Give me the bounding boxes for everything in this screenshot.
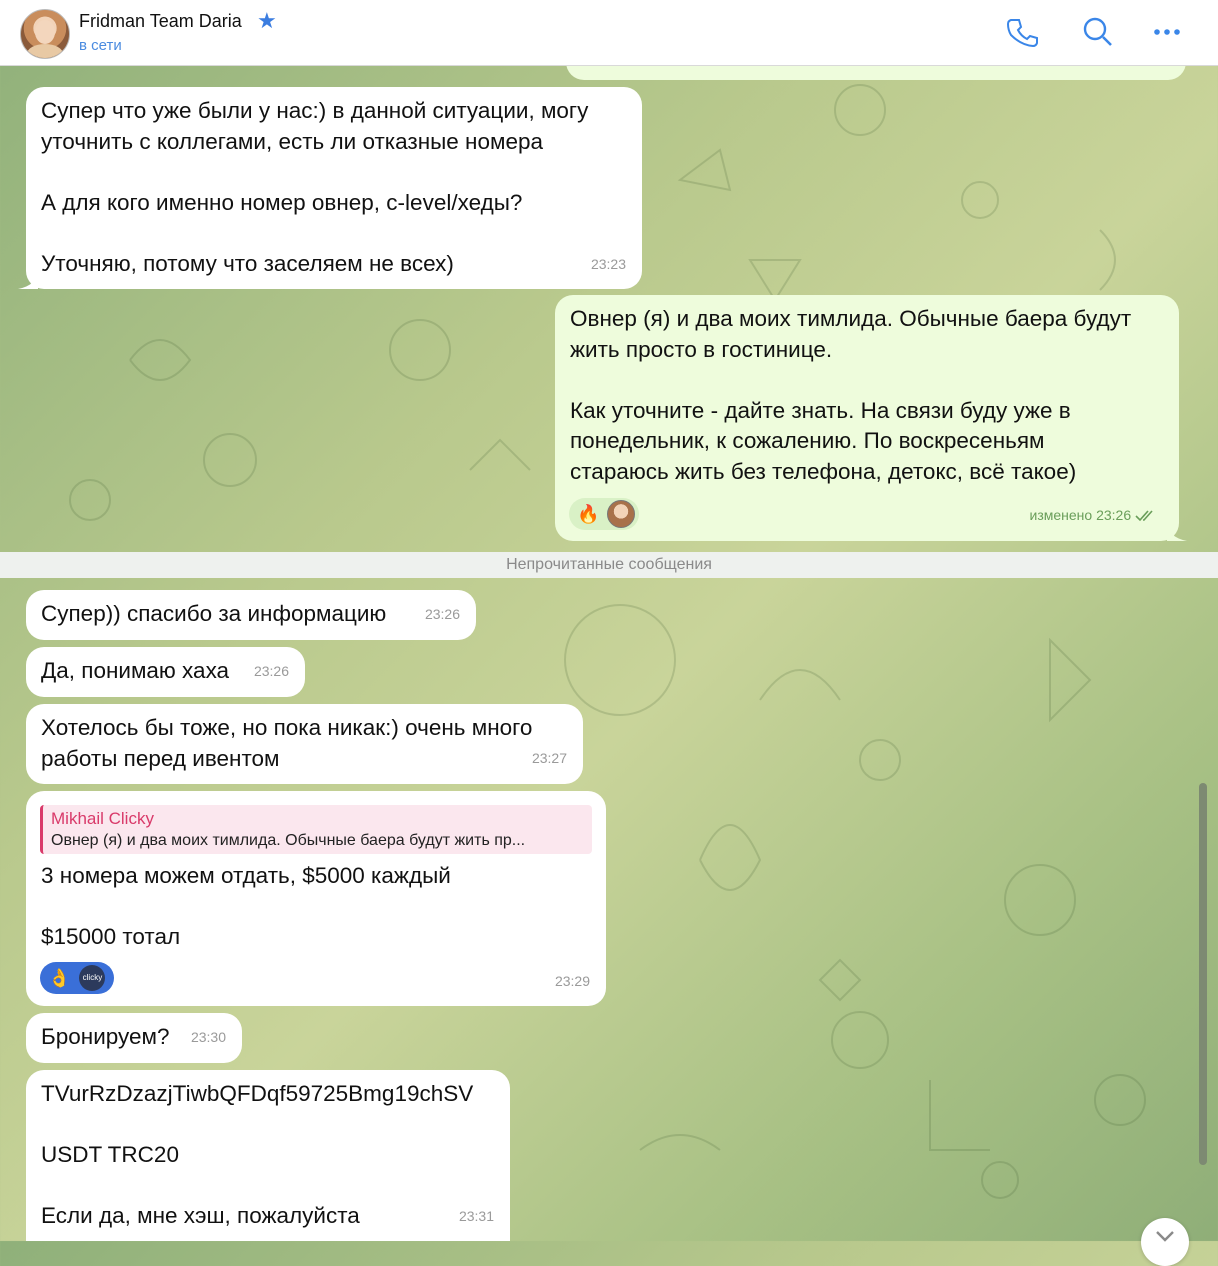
chat-header: Fridman Team Daria ★ в сети bbox=[0, 0, 1218, 66]
reply-author: Mikhail Clicky bbox=[51, 809, 154, 828]
reactor-avatar: clicky bbox=[79, 965, 106, 991]
search-icon[interactable] bbox=[1082, 16, 1114, 48]
reply-snippet: Овнер (я) и два моих тимлида. Обычные ба… bbox=[51, 832, 526, 849]
message-bubble-incoming[interactable]: Да, понимаю хаха 23:26 bbox=[26, 647, 305, 697]
message-text: Да, понимаю хаха bbox=[41, 658, 230, 683]
message-time: 23:27 bbox=[531, 749, 567, 766]
contact-avatar[interactable] bbox=[20, 9, 70, 59]
message-text: TVurRzDzazjTiwbQFDqf59725Bmg19chSV USDT … bbox=[41, 1081, 474, 1228]
more-icon[interactable] bbox=[1151, 16, 1183, 48]
message-reaction[interactable]: 👌 clicky bbox=[40, 962, 114, 994]
message-time: 23:31 bbox=[458, 1207, 494, 1224]
message-time-text: изменено 23:26 bbox=[1029, 506, 1132, 523]
chat-title[interactable]: Fridman Team Daria bbox=[79, 11, 242, 32]
ok-hand-reaction-icon: 👌 bbox=[48, 967, 71, 988]
read-checkmarks-icon bbox=[1135, 510, 1153, 521]
chat-scrollbar[interactable] bbox=[1199, 783, 1207, 1165]
fire-reaction-icon: 🔥 bbox=[577, 503, 600, 524]
bubble-tail bbox=[18, 269, 38, 289]
message-time: 23:29 bbox=[554, 972, 590, 989]
message-time: 23:26 bbox=[424, 605, 460, 622]
message-time: 23:26 bbox=[253, 662, 289, 679]
reply-preview[interactable]: Mikhail Clicky Овнер (я) и два моих тимл… bbox=[40, 805, 592, 854]
star-icon: ★ bbox=[257, 8, 277, 33]
message-text: Хотелось бы тоже, но пока никак:) очень … bbox=[41, 715, 533, 771]
message-bubble-incoming[interactable]: Хотелось бы тоже, но пока никак:) очень … bbox=[26, 704, 583, 784]
message-bubble-incoming[interactable]: Супер)) спасибо за информацию 23:26 bbox=[26, 590, 476, 640]
message-text: 3 номера можем отдать, $5000 каждый $150… bbox=[41, 863, 451, 949]
message-bubble-incoming[interactable]: Mikhail Clicky Овнер (я) и два моих тимл… bbox=[26, 791, 606, 1006]
message-time: изменено 23:26 bbox=[1030, 500, 1158, 531]
message-text: Супер)) спасибо за информацию bbox=[41, 601, 387, 626]
message-time: 23:30 bbox=[190, 1028, 226, 1045]
message-bubble-incoming[interactable]: Бронируем? 23:30 bbox=[26, 1013, 242, 1063]
message-bubble-incoming[interactable]: Супер что уже были у нас:) в данной ситу… bbox=[18, 87, 642, 289]
message-time: 23:23 bbox=[590, 255, 626, 272]
bubble-tail bbox=[1167, 521, 1187, 541]
message-reaction[interactable]: 🔥 bbox=[569, 498, 639, 530]
online-status: в сети bbox=[79, 37, 122, 54]
scroll-to-bottom-button[interactable] bbox=[1141, 1218, 1189, 1266]
message-bubble-incoming[interactable]: TVurRzDzazjTiwbQFDqf59725Bmg19chSV USDT … bbox=[26, 1070, 510, 1241]
reactor-avatar bbox=[607, 500, 636, 528]
message-text: Овнер (я) и два моих тимлида. Обычные ба… bbox=[570, 306, 1132, 484]
phone-icon[interactable] bbox=[1006, 16, 1038, 48]
message-bubble-outgoing[interactable]: Овнер (я) и два моих тимлида. Обычные ба… bbox=[555, 295, 1187, 541]
chevron-down-icon bbox=[1156, 1231, 1174, 1242]
message-text: Супер что уже были у нас:) в данной ситу… bbox=[41, 98, 589, 276]
unread-messages-separator: Непрочитанные сообщения bbox=[0, 552, 1218, 578]
